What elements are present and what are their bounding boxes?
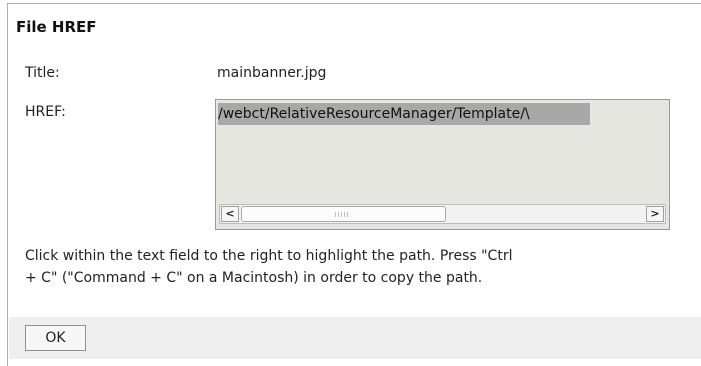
scroll-left-icon[interactable]: < xyxy=(221,206,239,222)
grip-icon xyxy=(335,212,349,217)
title-label: Title: xyxy=(25,65,60,81)
dialog-footer: OK xyxy=(9,317,701,359)
dialog-title: File HREF xyxy=(16,18,97,36)
href-textarea[interactable]: /webct/RelativeResourceManager/Template/… xyxy=(215,99,670,230)
horizontal-scrollbar[interactable]: < > xyxy=(219,204,666,224)
scroll-right-icon[interactable]: > xyxy=(646,206,664,222)
instructions-line-2: + C" ("Command + C" on a Macintosh) in o… xyxy=(25,270,483,286)
instructions-text: Click within the text field to the right… xyxy=(25,245,701,289)
ok-button[interactable]: OK xyxy=(25,325,86,351)
scrollbar-thumb[interactable] xyxy=(241,206,446,222)
href-label: HREF: xyxy=(25,104,66,120)
title-value: mainbanner.jpg xyxy=(217,65,327,81)
instructions-line-1: Click within the text field to the right… xyxy=(25,248,513,264)
file-href-dialog: File HREF Title: mainbanner.jpg HREF: /w… xyxy=(7,3,701,366)
href-value-selected[interactable]: /webct/RelativeResourceManager/Template/… xyxy=(218,103,590,125)
